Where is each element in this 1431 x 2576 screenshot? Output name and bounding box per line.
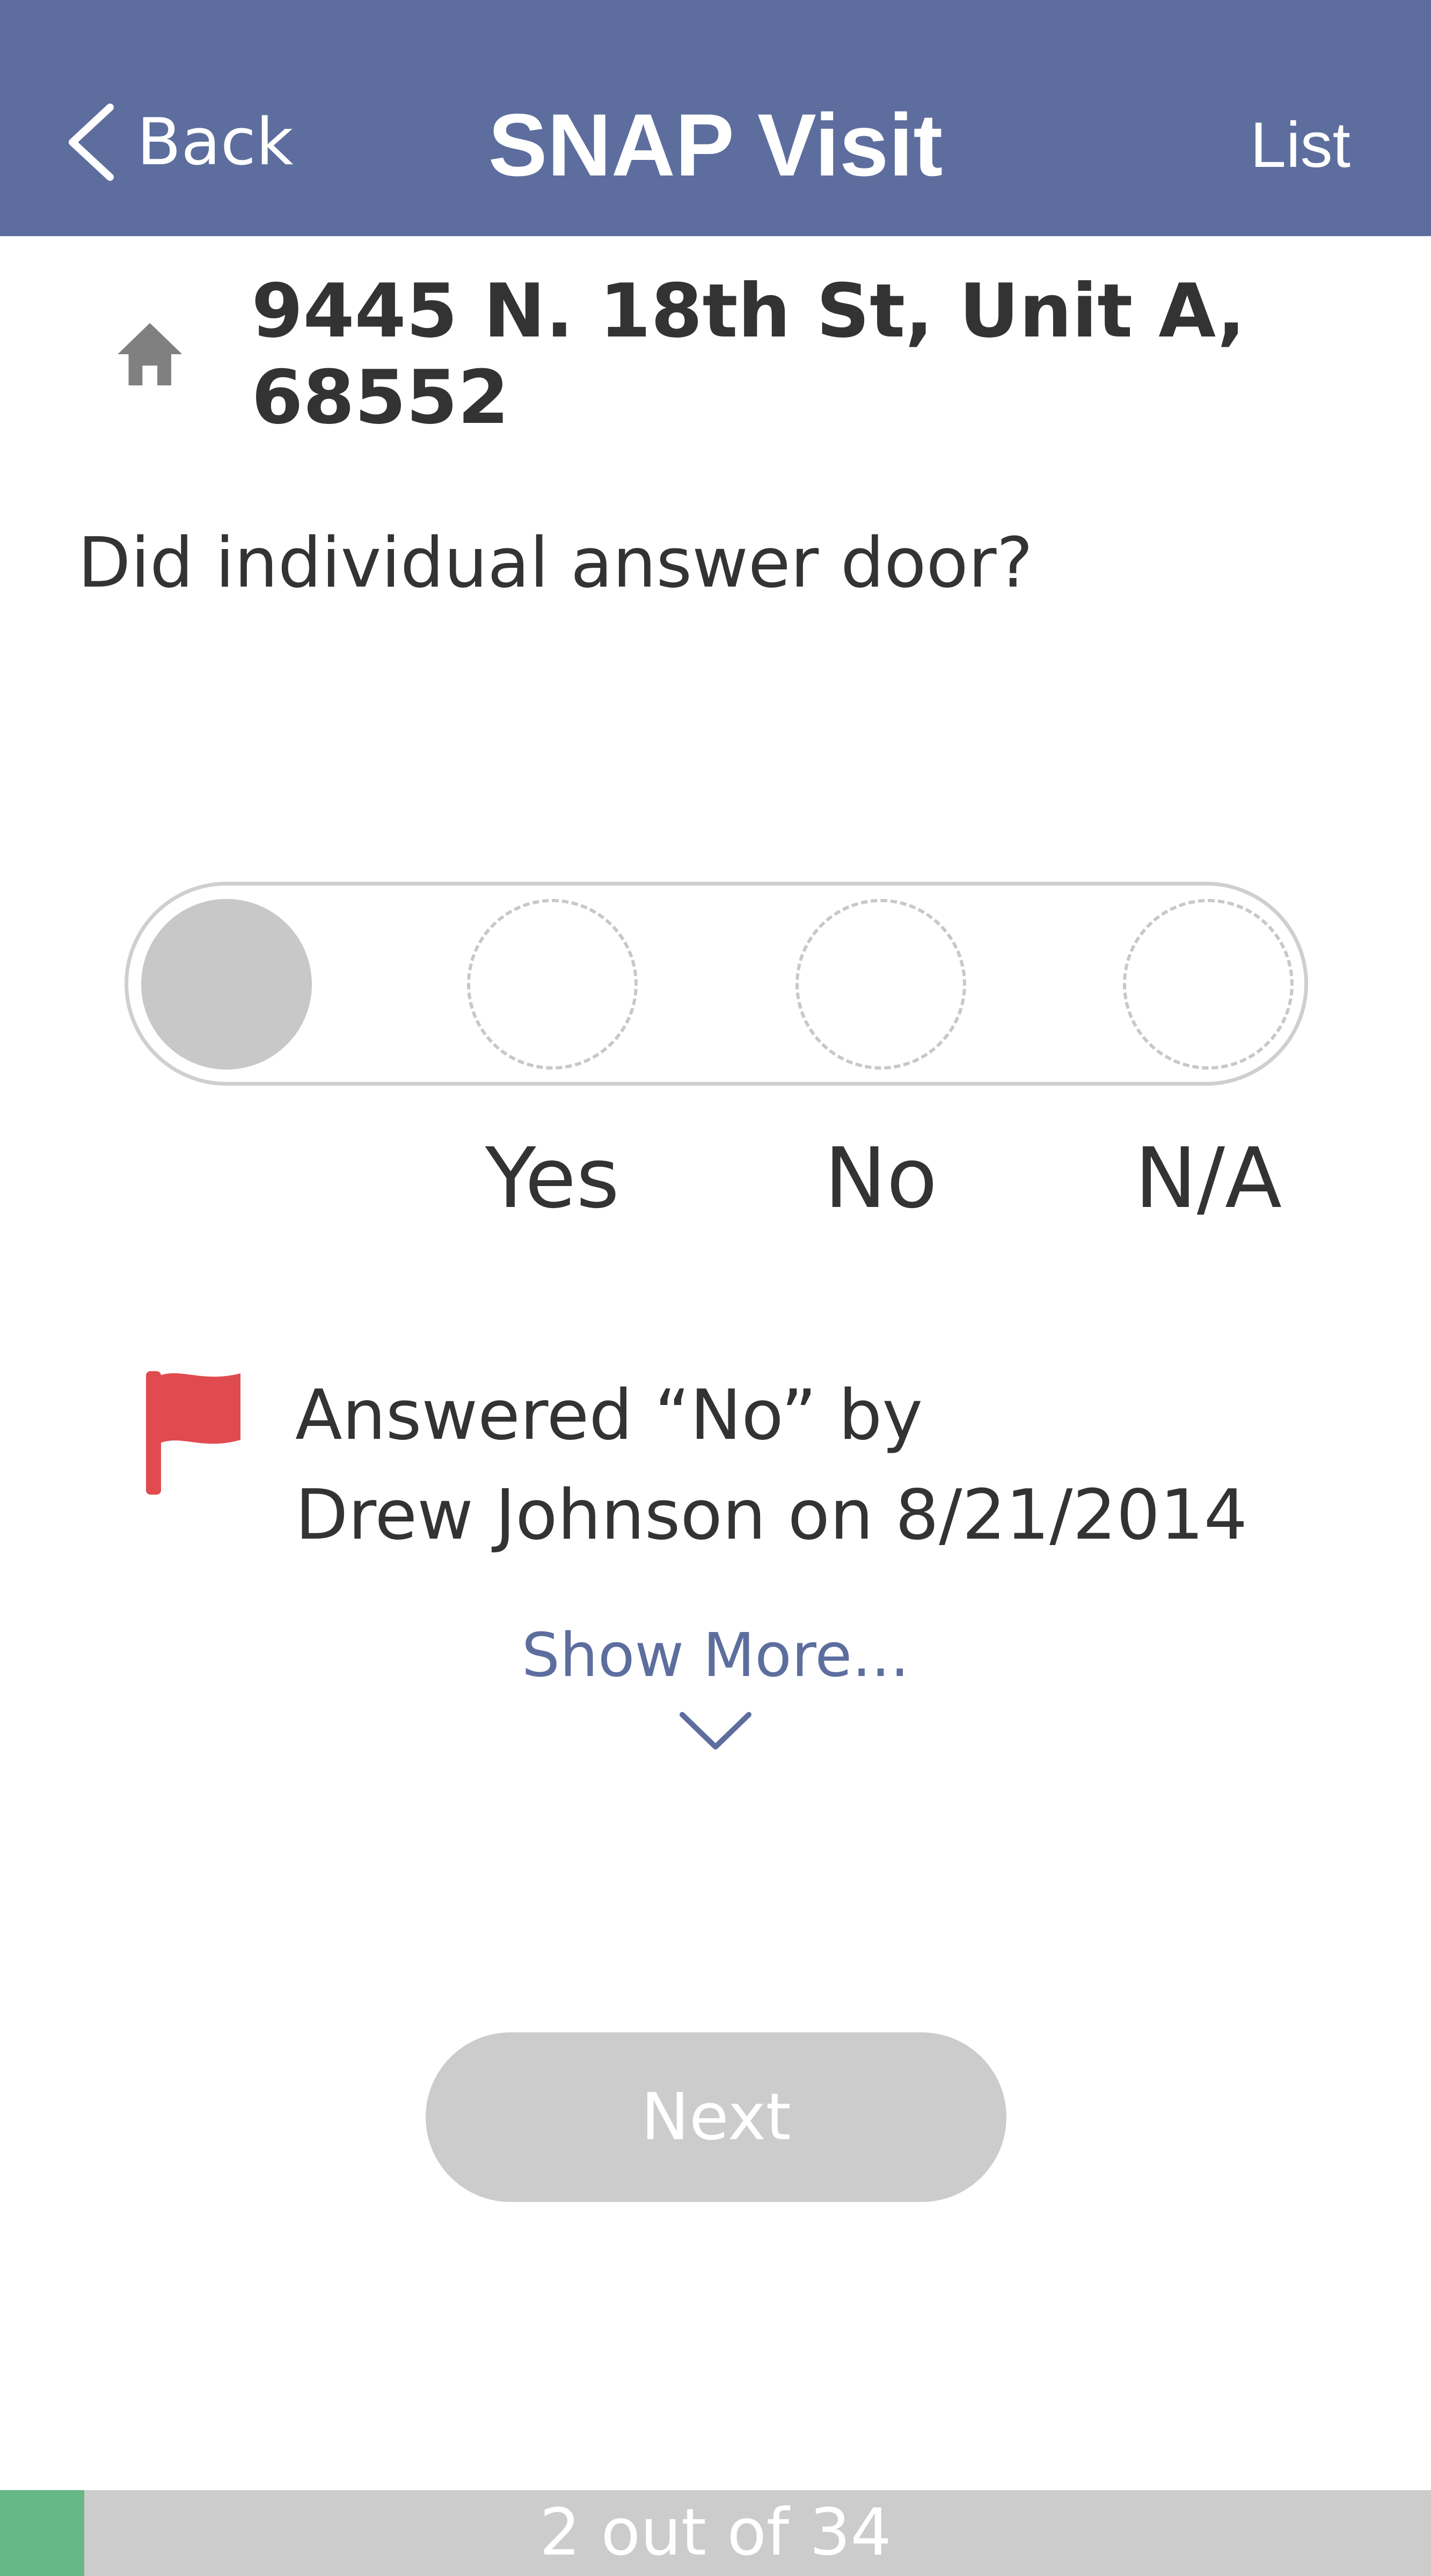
home-icon (118, 323, 182, 386)
flag-icon (146, 1371, 240, 1495)
app-header: Back SNAP Visit List (0, 0, 1431, 236)
progress-bar: 2 out of 34 (0, 2490, 1431, 2576)
chevron-down-icon[interactable] (678, 1709, 753, 1752)
question-text: Did individual answer door? (78, 523, 1033, 603)
next-button[interactable]: Next (426, 2032, 1006, 2202)
address-text: 9445 N. 18th St, Unit A, 68552 (251, 268, 1246, 441)
list-button[interactable]: List (1250, 105, 1350, 185)
history-line-2: Drew Johnson on 8/21/2014 (295, 1475, 1248, 1555)
option-na-slot[interactable] (1123, 899, 1294, 1070)
option-no-slot[interactable] (795, 899, 966, 1070)
show-more-link[interactable]: Show More... (0, 1621, 1431, 1690)
option-na-label[interactable]: N/A (1101, 1130, 1316, 1227)
history-line-1: Answered “No” by (295, 1375, 923, 1455)
page-title: SNAP Visit (488, 96, 943, 194)
option-no-label[interactable]: No (773, 1130, 988, 1227)
answer-history: Answered “No” by Drew Johnson on 8/21/20… (295, 1366, 1247, 1565)
progress-text: 2 out of 34 (539, 2496, 892, 2570)
option-yes-slot[interactable] (467, 899, 638, 1070)
option-yes-label[interactable]: Yes (445, 1130, 660, 1227)
address-row: 9445 N. 18th St, Unit A, 68552 (113, 268, 1431, 441)
toggle-knob-unselected[interactable] (141, 899, 312, 1070)
